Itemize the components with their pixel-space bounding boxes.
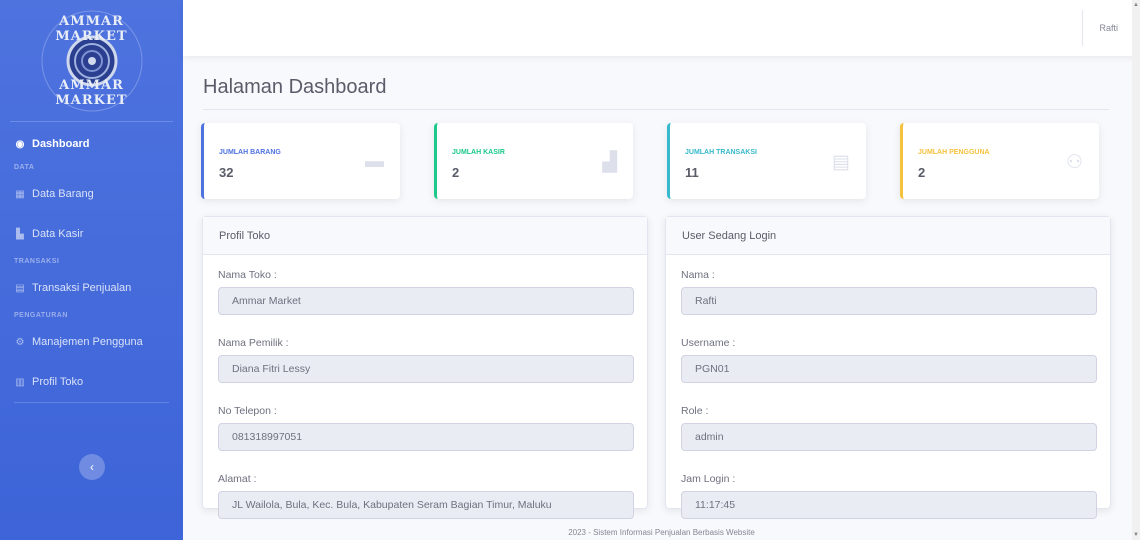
users-icon: ⚙ — [15, 336, 25, 348]
jam-login-field[interactable]: 11:17:45 — [681, 491, 1097, 519]
sidebar-item-dashboard[interactable]: ◉ Dashboard — [0, 134, 183, 154]
logo-text-bottom: AMMAR MARKET — [55, 77, 128, 108]
file-icon: ▤ — [15, 282, 25, 294]
sidebar-item-label: Manajemen Pengguna — [32, 336, 143, 348]
field-label-jam-login: Jam Login : — [681, 473, 736, 485]
field-label-nama-pemilik: Nama Pemilik : — [218, 337, 289, 349]
scroll-down-icon[interactable]: ▼ — [1133, 532, 1139, 538]
sidebar-item-manajemen-pengguna[interactable]: ⚙ Manajemen Pengguna — [0, 332, 183, 352]
card-header: User Sedang Login — [666, 217, 1110, 255]
stat-label: JUMLAH TRANSAKSI — [685, 149, 757, 156]
sidebar-item-data-barang[interactable]: ▦ Data Barang — [0, 184, 183, 204]
stat-label: JUMLAH BARANG — [219, 149, 281, 156]
page-title: Halaman Dashboard — [203, 76, 387, 98]
stat-value: 2 — [918, 165, 926, 180]
card-header: Profil Toko — [203, 217, 647, 255]
box-icon: ▬ — [365, 151, 384, 172]
sidebar-item-transaksi-penjualan[interactable]: ▤ Transaksi Penjualan — [0, 278, 183, 298]
profil-toko-card: Profil Toko Nama Toko : Ammar Market Nam… — [202, 216, 648, 519]
nama-toko-field[interactable]: Ammar Market — [218, 287, 634, 315]
user-icon: ▙ — [16, 228, 24, 240]
stat-card-jumlah-kasir: JUMLAH KASIR 2 ▟ — [434, 123, 633, 199]
users-icon: ⚇ — [1065, 152, 1083, 173]
stat-card-jumlah-transaksi: JUMLAH TRANSAKSI 11 ▤ — [667, 123, 866, 199]
sidebar-item-data-kasir[interactable]: ▙ Data Kasir — [0, 224, 183, 244]
sidebar-item-label: Data Kasir — [32, 228, 84, 240]
sidebar-item-label: Data Barang — [32, 188, 94, 200]
stat-label: JUMLAH KASIR — [452, 149, 505, 156]
role-field[interactable]: admin — [681, 423, 1097, 451]
field-label-username: Username : — [681, 337, 736, 349]
field-label-nama: Nama : — [681, 269, 715, 281]
sidebar-toggle-button[interactable]: ‹ — [79, 454, 105, 480]
sidebar-heading-pengaturan: PENGATURAN — [14, 312, 68, 319]
user-login-card: User Sedang Login Nama : Rafti Username … — [665, 216, 1111, 519]
username-field[interactable]: PGN01 — [681, 355, 1097, 383]
logo-text-top: AMMAR MARKET — [55, 13, 128, 44]
field-label-nama-toko: Nama Toko : — [218, 269, 277, 281]
topbar: Rafti — [183, 0, 1140, 56]
footer-text: 2023 - Sistem Informasi Penjualan Berbas… — [568, 528, 755, 537]
stat-value: 2 — [452, 165, 460, 180]
brand[interactable]: AMMAR MARKET AMMAR MARKET — [10, 0, 173, 122]
stat-card-jumlah-pengguna: JUMLAH PENGGUNA 2 ⚇ — [900, 123, 1099, 199]
chevron-left-icon: ‹ — [90, 460, 94, 474]
store-logo: AMMAR MARKET AMMAR MARKET — [33, 6, 151, 116]
user-name: Rafti — [1099, 23, 1118, 33]
store-icon: ▥ — [15, 376, 25, 388]
field-label-role: Role : — [681, 405, 709, 417]
cash-register-icon: ▟ — [602, 152, 617, 173]
sidebar-item-profil-toko[interactable]: ▥ Profil Toko — [0, 372, 183, 392]
stat-value: 32 — [219, 165, 234, 180]
sidebar-divider — [14, 402, 169, 403]
sidebar: AMMAR MARKET AMMAR MARKET ◉ Dashboard DA… — [0, 0, 183, 540]
user-menu[interactable]: Rafti — [1082, 10, 1118, 46]
sidebar-heading-transaksi: TRANSAKSI — [14, 258, 60, 265]
scroll-up-icon[interactable]: ▲ — [1133, 2, 1139, 8]
stat-card-jumlah-barang: JUMLAH BARANG 32 ▬ — [201, 123, 400, 199]
alamat-field[interactable]: JL Wailola, Bula, Kec. Bula, Kabupaten S… — [218, 491, 634, 519]
sidebar-item-label: Dashboard — [32, 138, 90, 150]
sidebar-heading-data: DATA — [14, 164, 35, 171]
tachometer-icon: ◉ — [15, 138, 25, 150]
field-label-no-telepon: No Telepon : — [218, 405, 277, 417]
nama-pemilik-field[interactable]: Diana Fitri Lessy — [218, 355, 634, 383]
title-divider — [203, 109, 1109, 110]
main-content: Halaman Dashboard JUMLAH BARANG 32 ▬ JUM… — [183, 56, 1140, 540]
sidebar-item-label: Transaksi Penjualan — [32, 282, 132, 294]
sidebar-item-label: Profil Toko — [32, 376, 84, 388]
table-icon: ▦ — [15, 188, 25, 200]
no-telepon-field[interactable]: 081318997051 — [218, 423, 634, 451]
page-scrollbar[interactable]: ▲ ▼ — [1132, 0, 1140, 540]
stat-value: 11 — [685, 165, 699, 180]
receipt-icon: ▤ — [832, 152, 850, 173]
nama-field[interactable]: Rafti — [681, 287, 1097, 315]
stat-label: JUMLAH PENGGUNA — [918, 149, 990, 156]
field-label-alamat: Alamat : — [218, 473, 257, 485]
